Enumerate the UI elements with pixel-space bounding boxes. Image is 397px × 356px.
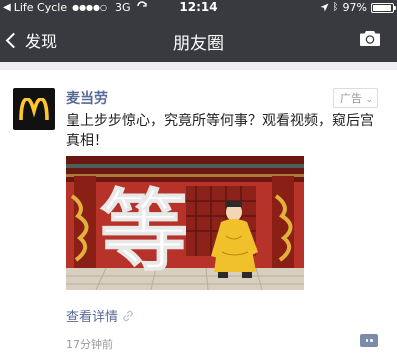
bluetooth-icon: ᛒ	[332, 2, 339, 13]
status-right: ᛒ 97%	[320, 1, 396, 14]
ad-label: 广告	[339, 92, 362, 105]
status-bar: ◀ Life Cycle ●●●●○ 3G 12:14 ᛒ 97%	[0, 0, 397, 16]
battery-percent: 97%	[342, 1, 367, 14]
avatar[interactable]	[13, 88, 55, 130]
camera-icon[interactable]	[359, 29, 381, 47]
comment-button[interactable]	[360, 334, 378, 347]
battery-icon	[371, 2, 396, 13]
chevron-down-icon: ⌄	[365, 95, 373, 105]
view-details-label: 查看详情	[66, 310, 119, 325]
link-icon	[123, 310, 133, 321]
palace-illustration: 等	[66, 156, 304, 290]
post-time: 17分钟前	[66, 338, 113, 351]
location-icon	[320, 3, 329, 12]
dot-icon	[370, 339, 373, 342]
page-title: 朋友圈	[173, 34, 224, 54]
post-video-thumbnail[interactable]: 等	[66, 156, 304, 290]
mcdonalds-logo-icon	[19, 98, 49, 120]
dot-icon	[365, 339, 368, 342]
nav-bar: 发现 朋友圈	[0, 16, 397, 62]
author-name[interactable]: 麦当劳	[66, 88, 108, 108]
ad-tag-button[interactable]: 广告 ⌄	[332, 88, 378, 108]
brush-character: 等	[100, 179, 188, 283]
moment-post: 麦当劳 广告 ⌄ 皇上步步惊心，究竟所等何事？观看视频，窥后宫真相！ 等 查看详…	[0, 62, 397, 356]
view-details-link[interactable]: 查看详情	[66, 306, 134, 325]
post-text: 皇上步步惊心，究竟所等何事？观看视频，窥后宫真相！	[66, 113, 374, 149]
